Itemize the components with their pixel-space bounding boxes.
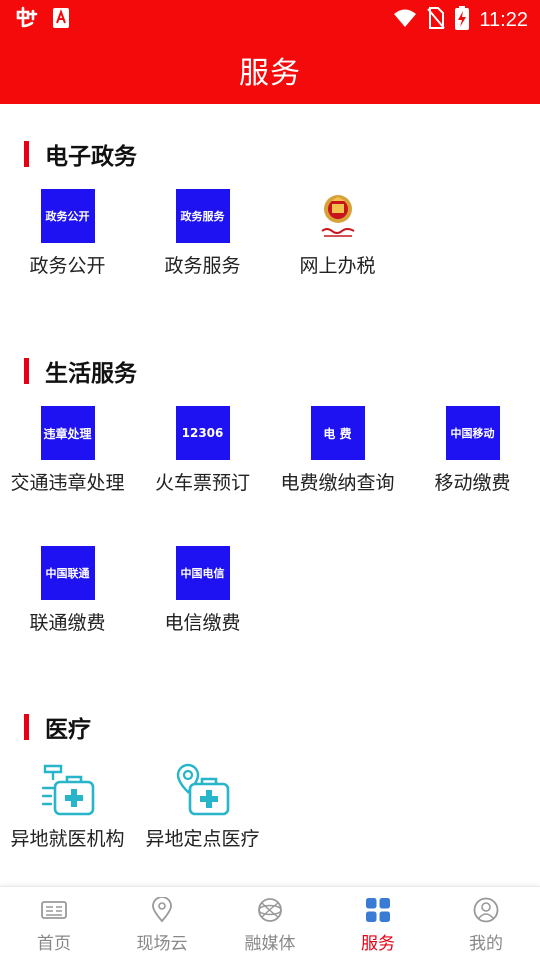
train-12306-icon: 12306 xyxy=(175,406,230,460)
service-label: 政务服务 xyxy=(164,255,241,277)
service-label: 异地就医机构 xyxy=(10,828,125,850)
service-label: 交通违章处理 xyxy=(10,472,125,494)
service-label: 异地定点医疗 xyxy=(145,828,260,850)
section-title: 生活服务 xyxy=(45,361,137,387)
page-title: 服务 xyxy=(239,56,301,91)
tab-mine[interactable]: 我的 xyxy=(432,887,540,961)
service-label: 政务公开 xyxy=(29,255,106,277)
tab-live-cloud[interactable]: 现场云 xyxy=(108,887,216,961)
service-train-ticket[interactable]: 12306 火车票预订 xyxy=(135,406,270,495)
service-china-telecom[interactable]: 中国电信 电信缴费 xyxy=(135,546,270,635)
pdf-notification-icon xyxy=(52,7,70,33)
service-electricity-bill[interactable]: 电 费 电费缴纳查询 xyxy=(270,406,405,495)
gov-service-icon: 政务服务 xyxy=(175,189,230,243)
service-remote-designated-medical[interactable]: 异地定点医疗 xyxy=(135,762,270,851)
globe-icon xyxy=(257,897,283,923)
clock: 11:22 xyxy=(479,9,528,31)
service-label: 移动缴费 xyxy=(434,472,511,494)
service-traffic-violation[interactable]: 违章处理 交通违章处理 xyxy=(0,406,135,495)
service-label: 网上办税 xyxy=(299,255,376,277)
service-label: 火车票预订 xyxy=(154,472,250,494)
gov-open-icon: 政务公开 xyxy=(40,189,95,243)
section-marker xyxy=(24,714,29,740)
service-label: 电费缴纳查询 xyxy=(280,472,395,494)
grid-icon xyxy=(365,897,391,923)
electricity-icon: 电 费 xyxy=(310,406,365,460)
china-mobile-icon: 中国移动 xyxy=(445,406,500,460)
bottom-tab-bar: 首页 现场云 融媒体 服务 我的 xyxy=(0,886,540,961)
wifi-icon xyxy=(393,8,417,32)
battery-charging-icon xyxy=(455,6,470,34)
tab-label: 融媒体 xyxy=(244,934,296,954)
section-title: 电子政务 xyxy=(45,144,137,170)
service-gov-open[interactable]: 政务公开 政务公开 xyxy=(0,189,135,278)
section-header: 医疗 xyxy=(24,713,91,743)
service-label: 电信缴费 xyxy=(164,612,241,634)
app-notification-icon xyxy=(14,6,40,34)
section-header: 电子政务 xyxy=(24,140,137,170)
tab-media[interactable]: 融媒体 xyxy=(216,887,324,961)
china-unicom-icon: 中国联通 xyxy=(40,546,95,600)
header: 服务 xyxy=(0,36,540,104)
china-telecom-icon: 中国电信 xyxy=(175,546,230,600)
section-title: 医疗 xyxy=(45,717,91,743)
section-marker xyxy=(24,358,29,384)
service-china-mobile[interactable]: 中国移动 移动缴费 xyxy=(405,406,540,495)
section-marker xyxy=(24,141,29,167)
tax-emblem-icon xyxy=(310,189,365,243)
user-icon xyxy=(473,897,499,923)
tab-home[interactable]: 首页 xyxy=(0,887,108,961)
no-sim-icon xyxy=(427,7,446,33)
tab-label: 服务 xyxy=(361,934,395,954)
traffic-violation-icon: 违章处理 xyxy=(40,406,95,460)
tab-label: 现场云 xyxy=(136,934,188,954)
service-online-tax[interactable]: 网上办税 xyxy=(270,189,405,278)
service-remote-medical-institution[interactable]: 异地就医机构 xyxy=(0,762,135,851)
news-icon xyxy=(41,897,67,923)
service-label: 联通缴费 xyxy=(29,612,106,634)
services-content[interactable]: 电子政务 政务公开 政务公开 政务服务 政务服务 网上办税 生活服务 违章处理 … xyxy=(0,104,540,886)
tab-label: 我的 xyxy=(469,934,503,954)
tab-label: 首页 xyxy=(37,934,71,954)
section-header: 生活服务 xyxy=(24,357,137,387)
status-bar: 11:22 xyxy=(0,0,540,36)
medical-kit-location-icon xyxy=(176,762,230,816)
service-gov-service[interactable]: 政务服务 政务服务 xyxy=(135,189,270,278)
location-pin-icon xyxy=(149,896,175,923)
tab-services[interactable]: 服务 xyxy=(324,887,432,961)
service-china-unicom[interactable]: 中国联通 联通缴费 xyxy=(0,546,135,635)
medical-kit-icon xyxy=(41,762,95,816)
